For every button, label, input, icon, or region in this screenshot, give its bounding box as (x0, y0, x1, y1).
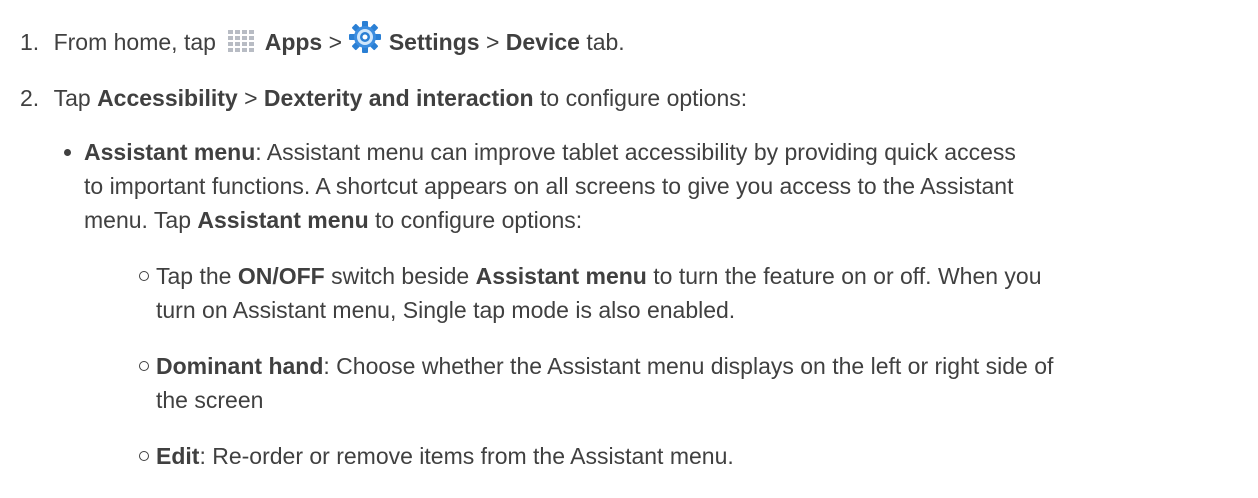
assistant-description: to important functions. A shortcut appea… (84, 173, 1014, 199)
bullet-dot (64, 149, 71, 156)
step-number: 1. (20, 29, 40, 55)
edit-label: Edit (156, 443, 200, 469)
subitem-1-line-2: turn on Assistant menu, Single tap mode … (156, 296, 735, 324)
subitem-2-line-2: the screen (156, 386, 263, 414)
assistant-line-2: to important functions. A shortcut appea… (84, 172, 1013, 200)
settings-label: Settings (388, 29, 480, 55)
accessibility-label: Accessibility (97, 85, 238, 111)
step-2: 2. Tap Accessibility > Dexterity and int… (20, 84, 747, 112)
assistant-description: to configure options: (375, 207, 583, 233)
subitem-text: turn on Assistant menu, Single tap mode … (156, 297, 736, 323)
subitem-text: Tap the (156, 263, 232, 289)
subitem-text: switch beside (331, 263, 470, 289)
dominant-hand-label: Dominant hand (156, 353, 324, 379)
assistant-description: menu. Tap (84, 207, 191, 233)
assistant-menu-title: Assistant menu (84, 139, 256, 165)
assistant-menu-label: Assistant menu (197, 207, 369, 233)
sub-bullet (139, 271, 149, 281)
subitem-3-line-1: Edit: Re-order or remove items from the … (156, 442, 734, 470)
step-text: Tap (53, 85, 91, 111)
subitem-1-line-1: Tap the ON/OFF switch beside Assistant m… (156, 262, 1042, 290)
step-text: From home, tap (53, 29, 216, 55)
apps-label: Apps (264, 29, 323, 55)
subitem-2-line-1: Dominant hand: Choose whether the Assist… (156, 352, 1053, 380)
sub-bullet (139, 451, 149, 461)
subitem-text: : Choose whether the Assistant menu disp… (323, 353, 1054, 379)
separator: > (328, 29, 343, 55)
step-text-end: tab. (586, 29, 625, 55)
assistant-description: : Assistant menu can improve tablet acce… (255, 139, 1016, 165)
separator: > (244, 85, 258, 111)
subitem-text: to turn the feature on or off. When you (653, 263, 1042, 289)
settings-gear-icon (348, 20, 382, 54)
step-text-end: to configure options: (540, 85, 748, 111)
device-tab-label: Device (505, 29, 580, 55)
subitem-text: the screen (156, 387, 264, 413)
onoff-label: ON/OFF (237, 263, 325, 289)
subitem-text: : Re-order or remove items from the Assi… (199, 443, 734, 469)
separator: > (485, 29, 500, 55)
step-1: 1. From home, tap Apps > Settings > Devi… (20, 20, 625, 56)
apps-grid-icon (226, 28, 258, 56)
assistant-menu-label: Assistant menu (475, 263, 647, 289)
assistant-line-1: Assistant menu: Assistant menu can impro… (84, 138, 1016, 166)
dexterity-label: Dexterity and interaction (263, 85, 534, 111)
step-number: 2. (20, 85, 40, 111)
assistant-line-3: menu. Tap Assistant menu to configure op… (84, 206, 582, 234)
sub-bullet (139, 361, 149, 371)
